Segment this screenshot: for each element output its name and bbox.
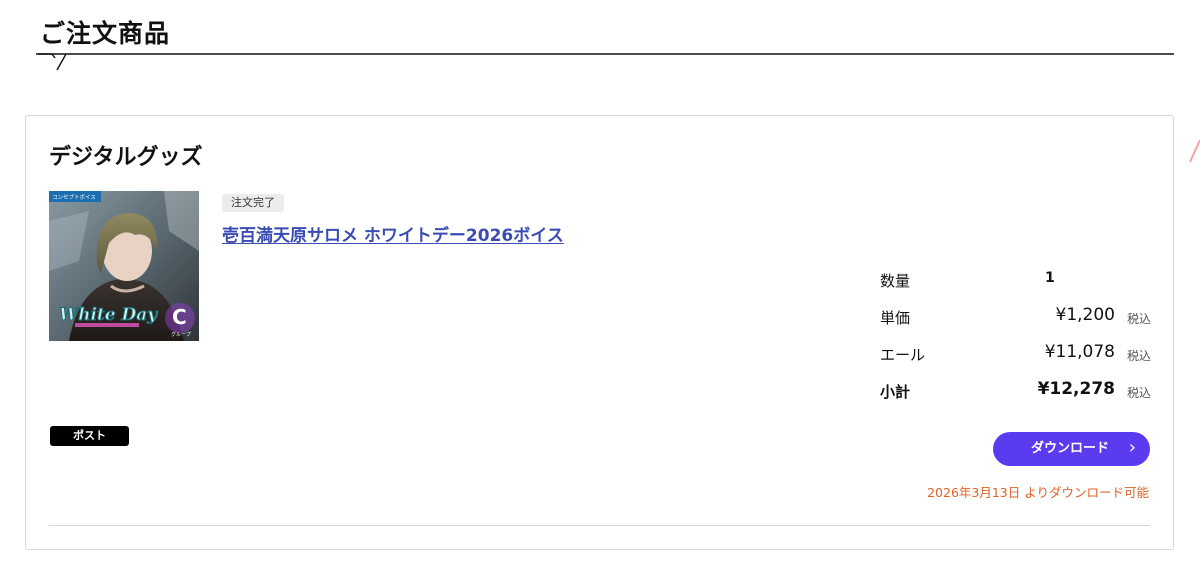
heading-underline (36, 53, 1174, 71)
post-share-button[interactable]: ポスト (50, 426, 129, 446)
chevron-right-icon: › (1128, 437, 1136, 458)
quantity-value: 1 (1045, 270, 1055, 286)
card-divider (49, 525, 1150, 526)
tax-included-label: 税込 (1126, 349, 1151, 363)
thumbnail-group-label: グループ (171, 331, 191, 338)
edge-decoration-icon (1189, 140, 1200, 163)
page-heading: ご注文商品 (40, 19, 171, 48)
order-summary: 数量 1 単価 ¥1,200 税込 エール ¥11,078 税込 小計 ¥12,… (880, 266, 1151, 414)
order-status-badge: 注文完了 (222, 194, 284, 212)
product-thumbnail[interactable]: コンセプトボイス White Day C グループ (49, 191, 199, 341)
tax-included-label: 税込 (1126, 386, 1151, 400)
download-button[interactable]: ダウンロード › (993, 432, 1150, 466)
subtotal-value: ¥12,278 (1037, 379, 1115, 399)
tax-included-label: 税込 (1126, 312, 1151, 326)
yell-row: エール ¥11,078 税込 (880, 340, 1151, 377)
unit-price-value: ¥1,200 (1055, 305, 1115, 325)
card-title: デジタルグッズ (49, 145, 203, 170)
unit-price-row: 単価 ¥1,200 税込 (880, 303, 1151, 340)
quantity-row: 数量 1 (880, 266, 1151, 303)
thumbnail-logo: White Day (59, 305, 158, 325)
yell-value: ¥11,078 (1044, 342, 1115, 362)
download-availability-note: 2026年3月13日 よりダウンロード可能 (927, 485, 1149, 500)
product-name-link[interactable]: 壱百満天原サロメ ホワイトデー2026ボイス (222, 221, 564, 246)
quantity-label: 数量 (880, 272, 911, 290)
yell-label: エール (880, 346, 926, 364)
order-item-card: デジタルグッズ コンセプトボイス White Day C グループ 注文完了 壱… (25, 115, 1174, 550)
subtotal-label: 小計 (880, 383, 911, 401)
unit-price-label: 単価 (880, 309, 911, 327)
thumbnail-tag: コンセプトボイス (52, 193, 96, 201)
download-button-label: ダウンロード (1030, 441, 1109, 456)
thumbnail-group-letter: C (172, 305, 187, 329)
subtotal-row: 小計 ¥12,278 税込 (880, 377, 1151, 414)
